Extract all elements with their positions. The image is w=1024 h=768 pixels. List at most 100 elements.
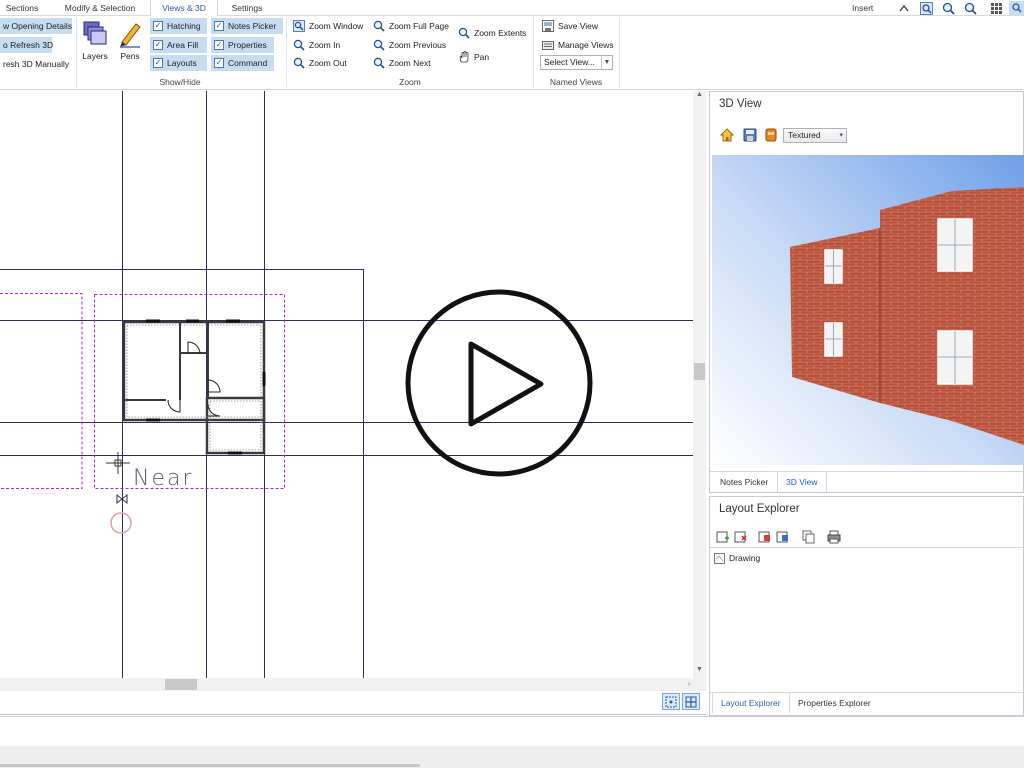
save-view-icon [542,20,554,32]
delete-layout-icon[interactable] [734,530,748,544]
check-icon: ✓ [153,58,163,68]
ribbon: w Opening Details o Refresh 3D resh 3D M… [0,16,1024,90]
bottom-bar [0,746,1024,768]
named-views-group-label: Named Views [549,77,603,87]
panel-3d-title: 3D View [719,98,762,110]
tab-views-3d[interactable]: Views & 3D [150,0,218,16]
layout-explorer-tabs: Layout Explorer Properties Explorer [710,692,1023,713]
manage-views-label: Manage Views [558,40,614,50]
group-separator [76,18,77,88]
tab-sections[interactable]: Sections [0,0,44,16]
zoom-full-page-button[interactable]: Zoom Full Page [370,18,452,34]
select-view-dropdown[interactable]: Select View... ▼ [540,55,613,70]
horizontal-scroll-thumb[interactable] [165,679,197,690]
interior-walls [124,322,264,401]
zoom-out-icon [293,57,305,69]
zoom-window-button[interactable]: Zoom Window [290,18,366,34]
ortho-toggle-button[interactable] [682,693,700,710]
zoom-out-quick-icon[interactable] [963,1,977,15]
canvas-status-area [0,691,706,715]
chevron-down-icon: ▼ [601,56,612,69]
vertical-scroll-thumb[interactable] [694,363,705,380]
video-progress-track[interactable] [0,764,420,767]
save-view-label: Save View [558,21,599,31]
zoom-previous-button[interactable]: Zoom Previous [370,37,449,53]
remove-page-icon[interactable] [758,530,772,544]
tree-item-drawing[interactable]: Drawing [714,551,760,565]
panel-layout-explorer [709,496,1024,716]
play-icon [468,341,544,427]
auto-refresh-3d-button[interactable]: o Refresh 3D [0,37,53,53]
pan-button[interactable]: Pan [455,49,492,65]
zoom-in-quick-icon[interactable] [941,1,955,15]
zoom-extents-label: Zoom Extents [474,28,527,38]
scroll-down-icon[interactable]: ▼ [693,666,706,678]
snap-marker [110,512,132,534]
layouts-toggle[interactable]: ✓ Layouts [150,55,207,71]
copy-layout-icon[interactable] [802,530,816,544]
collapse-ribbon-icon[interactable] [897,1,911,15]
zoom-previous-label: Zoom Previous [389,40,447,50]
show-opening-details-button[interactable]: w Opening Details [0,18,72,34]
refresh-page-icon[interactable] [776,530,790,544]
new-layout-icon[interactable] [716,530,730,544]
tab-modify-selection[interactable]: Modify & Selection [56,0,144,16]
vertical-scrollbar[interactable]: ▲ ▼ [693,91,706,678]
hatching-toggle[interactable]: ✓ Hatching [150,18,207,34]
area-fill-toggle[interactable]: ✓ Area Fill [150,37,207,53]
notes-picker-toggle[interactable]: ✓ Notes Picker [211,18,283,34]
notes-picker-label: Notes Picker [228,21,277,31]
pen-icon [120,23,141,48]
scroll-up-icon[interactable]: ▲ [693,91,706,103]
insert-menu[interactable]: Insert [852,0,873,16]
zoom-group-label: Zoom [399,77,421,87]
layout-explorer-title: Layout Explorer [719,503,800,515]
ribbon-tab-bar: Sections Modify & Selection Views & 3D S… [0,0,1024,16]
building-walls [122,320,266,455]
3d-viewport[interactable] [712,155,1024,465]
group-separator [533,18,534,88]
tab-properties-explorer[interactable]: Properties Explorer [790,693,879,713]
properties-toggle[interactable]: ✓ Properties [211,37,274,53]
render-3d-icon[interactable] [764,128,778,142]
zoom-window-quick-icon[interactable] [919,1,933,15]
grid-icon[interactable] [989,1,1003,15]
command-bar[interactable] [0,716,1024,746]
tab-notes-picker[interactable]: Notes Picker [712,472,776,492]
pan-quick-icon[interactable] [1009,1,1024,15]
tab-layout-explorer[interactable]: Layout Explorer [712,693,790,713]
print-icon[interactable] [827,530,841,544]
zoom-out-button[interactable]: Zoom Out [290,55,350,71]
zoom-full-page-icon [373,20,385,32]
scroll-right-icon[interactable]: › [684,678,694,691]
tab-settings[interactable]: Settings [224,0,270,16]
check-icon: ✓ [214,21,224,31]
refresh-3d-manually-button[interactable]: resh 3D Manually [0,56,72,72]
command-toggle[interactable]: ✓ Command [211,55,274,71]
manage-views-icon [542,41,554,50]
render-mode-dropdown[interactable]: Textured ▾ [783,128,847,143]
check-icon: ✓ [153,21,163,31]
zoom-next-button[interactable]: Zoom Next [370,55,434,71]
save-view-button[interactable]: Save View [539,18,601,34]
windows [146,319,266,455]
zoom-in-icon [293,39,305,51]
near-annotation: Near [133,466,194,491]
horizontal-scrollbar[interactable]: › [0,678,706,691]
layers-button[interactable]: Layers [78,18,112,74]
pens-button[interactable]: Pens [113,18,147,74]
snap-toggle-button[interactable] [662,693,680,710]
tab-3d-view[interactable]: 3D View [777,472,827,492]
hand-icon [459,51,469,63]
zoom-in-button[interactable]: Zoom In [290,37,343,53]
zoom-extents-button[interactable]: Zoom Extents [455,25,529,41]
zoom-next-label: Zoom Next [389,58,431,68]
divider [710,547,1023,548]
manage-views-button[interactable]: Manage Views [539,37,617,53]
play-video-button[interactable] [403,287,595,479]
zoom-full-page-label: Zoom Full Page [389,21,449,31]
hatching-label: Hatching [167,21,201,31]
save-3d-icon[interactable] [743,128,757,142]
home-view-icon[interactable] [719,128,735,142]
showhide-group-label: Show/Hide [159,77,201,87]
